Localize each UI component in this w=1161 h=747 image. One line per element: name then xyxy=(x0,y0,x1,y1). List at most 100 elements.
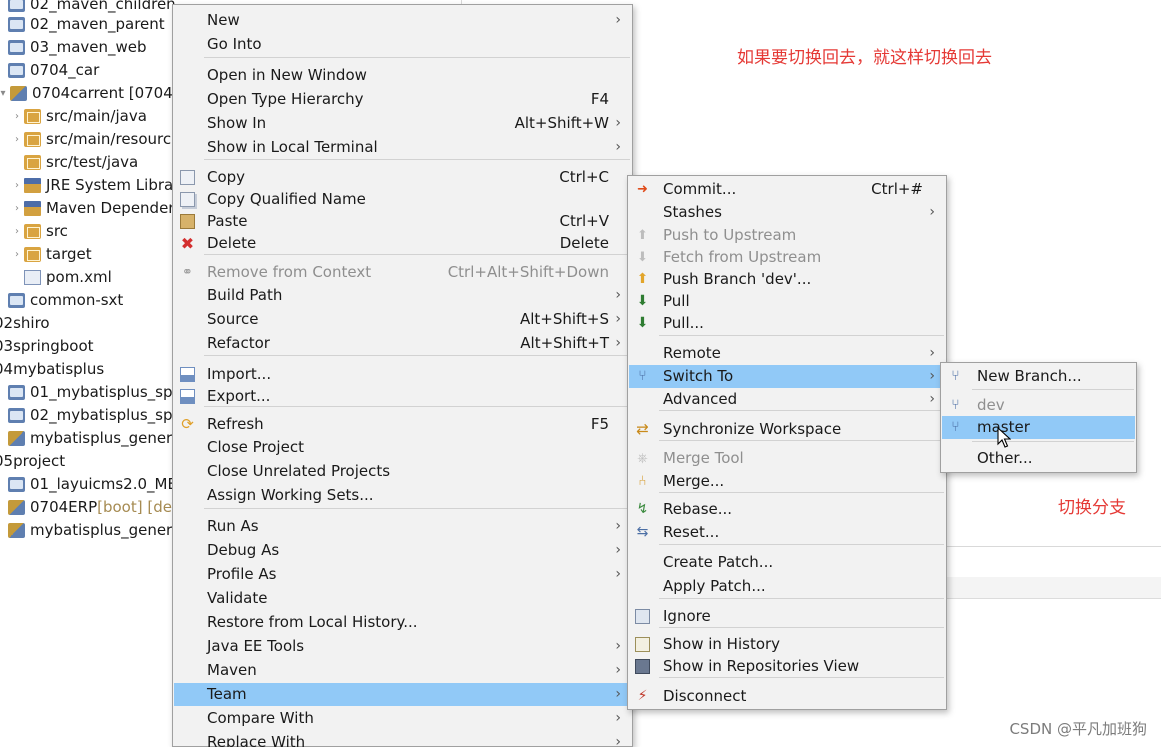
menu-item-pull[interactable]: ⬇ Pull... xyxy=(629,312,945,335)
tree-item-03-maven-web[interactable]: 03_maven_web xyxy=(0,36,147,59)
expand-arrow-icon[interactable]: › xyxy=(10,220,24,243)
menu-item-rebase[interactable]: ↯ Rebase... xyxy=(629,498,945,521)
menu-item-java-ee-tools[interactable]: Java EE Tools › xyxy=(174,635,631,658)
watermark: CSDN @平凡加班狗 xyxy=(1009,720,1147,738)
menu-item-profile-as[interactable]: Profile As › xyxy=(174,563,631,586)
package-folder-icon xyxy=(24,132,41,147)
project-icon xyxy=(8,523,25,538)
tree-item-0704carrent-0704c[interactable]: ▾ 0704carrent [0704c xyxy=(0,82,175,105)
expand-arrow-icon[interactable]: › xyxy=(10,128,24,151)
tree-item-0704-car[interactable]: 0704_car xyxy=(0,59,99,82)
menu-item-refresh[interactable]: ⟳ Refresh F5 xyxy=(174,413,631,436)
menu-item-show-in-history[interactable]: Show in History xyxy=(629,633,945,656)
tree-item-mybatisplus-genera[interactable]: mybatisplus_genera xyxy=(0,519,175,542)
menu-item-ignore[interactable]: Ignore xyxy=(629,605,945,628)
menu-item-synchronize-workspace[interactable]: ⇄ Synchronize Workspace xyxy=(629,418,945,441)
tree-item-src-main-resourc[interactable]: › src/main/resourc xyxy=(10,128,171,151)
tree-item-jre-system-librar[interactable]: › JRE System Librar xyxy=(10,174,175,197)
menu-item-other[interactable]: Other... xyxy=(942,447,1135,470)
tree-item-02-mybatisplus-spr[interactable]: 02_mybatisplus_spr xyxy=(0,404,175,427)
menu-item-maven[interactable]: Maven › xyxy=(174,659,631,682)
menu-item-replace-with[interactable]: Replace With › xyxy=(174,731,631,747)
tree-item-src-test-java[interactable]: src/test/java xyxy=(10,151,138,174)
menu-item-pull[interactable]: ⬇ Pull xyxy=(629,290,945,313)
submenu-arrow-icon: › xyxy=(929,345,935,361)
menu-item-paste[interactable]: Paste Ctrl+V xyxy=(174,210,631,233)
menu-item-import[interactable]: Import... xyxy=(174,363,631,386)
menu-item-label: Close Project xyxy=(207,438,304,456)
menu-item-apply-patch[interactable]: Apply Patch... xyxy=(629,575,945,598)
menu-item-switch-to[interactable]: ⑂ Switch To › xyxy=(629,365,945,388)
menu-item-debug-as[interactable]: Debug As › xyxy=(174,539,631,562)
menu-item-commit[interactable]: ➜ Commit... Ctrl+# xyxy=(629,178,945,201)
menu-item-label: New Branch... xyxy=(977,367,1082,385)
expand-arrow-icon[interactable]: › xyxy=(10,174,24,197)
tree-item-maven-depender[interactable]: › Maven Depender xyxy=(10,197,174,220)
menu-item-label: Replace With xyxy=(207,733,306,747)
menu-item-close-unrelated-projects[interactable]: Close Unrelated Projects xyxy=(174,460,631,483)
tree-item-common-sxt[interactable]: common-sxt xyxy=(0,289,123,312)
expand-arrow-icon[interactable]: ▾ xyxy=(0,82,10,105)
commit-icon: ➜ xyxy=(637,182,648,197)
team-submenu: ➜ Commit... Ctrl+# Stashes › ⬆ Push to Upstrea… xyxy=(627,175,947,710)
menu-item-export[interactable]: Export... xyxy=(174,385,631,408)
tree-item-pom-xml[interactable]: pom.xml xyxy=(10,266,112,289)
submenu-arrow-icon: › xyxy=(929,204,935,220)
tree-item-mybatisplus-genera[interactable]: mybatisplus_genera xyxy=(0,427,175,450)
tree-item-02shiro[interactable]: 02shiro xyxy=(0,312,50,335)
menu-item-shortcut: Ctrl+# xyxy=(871,180,923,198)
menu-item-reset[interactable]: ⇆ Reset... xyxy=(629,521,945,544)
menu-item-compare-with[interactable]: Compare With › xyxy=(174,707,631,730)
menu-item-show-in-repositories-view[interactable]: Show in Repositories View xyxy=(629,655,945,678)
menu-item-merge[interactable]: ⑃ Merge... xyxy=(629,470,945,493)
expand-arrow-icon[interactable]: › xyxy=(10,243,24,266)
menu-item-show-in-local-terminal[interactable]: Show in Local Terminal › xyxy=(174,136,631,159)
project-icon xyxy=(10,86,27,101)
tree-item-05project[interactable]: 05project xyxy=(0,450,65,473)
menu-item-new[interactable]: New › xyxy=(174,9,631,32)
menu-item-team[interactable]: Team › xyxy=(174,683,631,706)
submenu-arrow-icon: › xyxy=(615,734,621,747)
tree-item-label: target xyxy=(46,245,92,263)
menu-item-close-project[interactable]: Close Project xyxy=(174,436,631,459)
remove-context-icon: ⚭ xyxy=(182,265,193,280)
menu-item-disconnect[interactable]: ⚡ Disconnect xyxy=(629,685,945,708)
tree-item-target[interactable]: › target xyxy=(10,243,92,266)
menu-item-label: Compare With xyxy=(207,709,314,727)
menu-item-source[interactable]: Source Alt+Shift+S › xyxy=(174,308,631,331)
expand-arrow-icon[interactable]: › xyxy=(10,105,24,128)
menu-item-new-branch[interactable]: ⑂ New Branch... xyxy=(942,365,1135,388)
tree-item-src-main-java[interactable]: › src/main/java xyxy=(10,105,147,128)
menu-item-restore-from-local-history[interactable]: Restore from Local History... xyxy=(174,611,631,634)
menu-item-delete[interactable]: ✖ Delete Delete xyxy=(174,232,631,255)
menu-item-run-as[interactable]: Run As › xyxy=(174,515,631,538)
menu-item-copy-qualified-name[interactable]: Copy Qualified Name xyxy=(174,188,631,211)
menu-item-label: Remote xyxy=(663,344,721,362)
menu-item-stashes[interactable]: Stashes › xyxy=(629,201,945,224)
tree-item-src[interactable]: › src xyxy=(10,220,68,243)
menu-item-create-patch[interactable]: Create Patch... xyxy=(629,551,945,574)
tree-item-01-mybatisplus-spr[interactable]: 01_mybatisplus_spr xyxy=(0,381,175,404)
menu-item-push-branch-dev[interactable]: ⬆ Push Branch 'dev'... xyxy=(629,268,945,291)
submenu-arrow-icon: › xyxy=(615,335,621,351)
menu-item-show-in[interactable]: Show In Alt+Shift+W › xyxy=(174,112,631,135)
menu-item-copy[interactable]: Copy Ctrl+C xyxy=(174,166,631,189)
menu-item-master[interactable]: ⑂ master xyxy=(942,416,1135,439)
tree-item-04mybatisplus[interactable]: 04mybatisplus xyxy=(0,358,104,381)
menu-item-assign-working-sets[interactable]: Assign Working Sets... xyxy=(174,484,631,507)
tree-item-label: src/main/java xyxy=(46,107,147,125)
tree-item-0704erp[interactable]: 0704ERP [boot] [de xyxy=(0,496,172,519)
menu-item-refactor[interactable]: Refactor Alt+Shift+T › xyxy=(174,332,631,355)
menu-item-advanced[interactable]: Advanced › xyxy=(629,388,945,411)
menu-item-open-type-hierarchy[interactable]: Open Type Hierarchy F4 xyxy=(174,88,631,111)
menu-item-open-in-new-window[interactable]: Open in New Window xyxy=(174,64,631,87)
tree-item-01-layuicms2-0-mb[interactable]: 01_layuicms2.0_MB xyxy=(0,473,175,496)
expand-arrow-icon[interactable]: › xyxy=(10,197,24,220)
menu-item-label: Create Patch... xyxy=(663,553,774,571)
menu-item-validate[interactable]: Validate xyxy=(174,587,631,610)
menu-item-build-path[interactable]: Build Path › xyxy=(174,284,631,307)
tree-item-02-maven-parent[interactable]: 02_maven_parent xyxy=(0,13,165,36)
menu-item-remote[interactable]: Remote › xyxy=(629,342,945,365)
tree-item-03springboot[interactable]: 03springboot xyxy=(0,335,94,358)
menu-item-go-into[interactable]: Go Into xyxy=(174,33,631,56)
